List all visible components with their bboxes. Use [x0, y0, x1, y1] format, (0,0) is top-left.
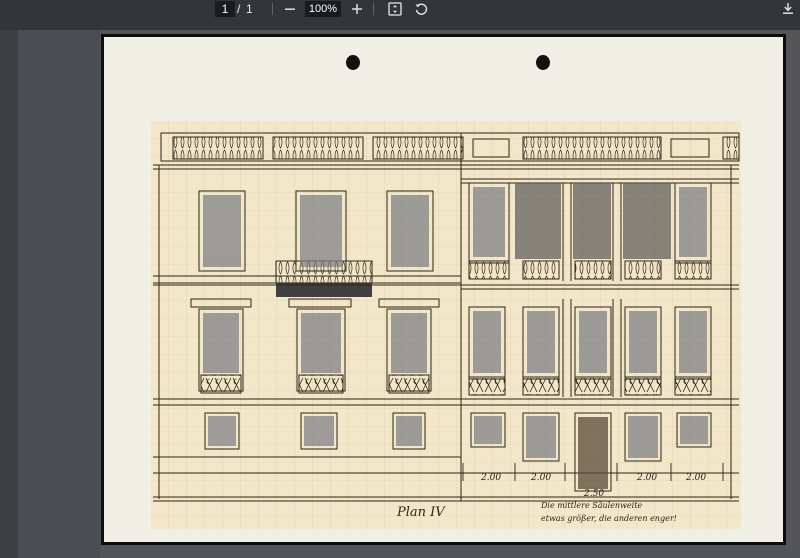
toolbar-divider [373, 3, 374, 15]
handwritten-note-line1: Die mittlere Säulenweite [541, 501, 643, 510]
zoom-in-button[interactable] [347, 0, 367, 17]
scanned-paper: 2.00 2.00 2.50 2.00 2.00 Plan IV Die mit… [104, 37, 783, 542]
download-button[interactable] [778, 0, 798, 17]
dimension-label: 2.00 [637, 473, 658, 483]
handwritten-note-line2: etwas größer, die anderen enger! [541, 514, 677, 523]
entrance-door [578, 417, 608, 489]
dimension-label: 2.00 [481, 473, 502, 483]
rotate-button[interactable] [411, 0, 431, 17]
sidebar-panel [0, 30, 18, 558]
viewer-background [18, 30, 100, 558]
toolbar-divider [272, 3, 273, 15]
fit-page-button[interactable] [385, 0, 405, 17]
punch-hole [346, 55, 360, 70]
pdf-toolbar: 1 / 1 100% [0, 0, 800, 30]
zoom-level-input[interactable]: 100% [305, 1, 341, 17]
page-separator: / [237, 1, 241, 16]
punch-hole [536, 55, 550, 70]
facade-elevation-drawing [151, 121, 741, 529]
dimension-label: 2.00 [686, 473, 707, 483]
rotate-icon [415, 2, 428, 15]
fit-page-icon [388, 1, 402, 16]
download-icon [783, 3, 793, 14]
drawing-sheet: 2.00 2.00 2.50 2.00 2.00 Plan IV Die mit… [151, 121, 741, 529]
zoom-out-button[interactable] [280, 0, 300, 17]
dimension-label: 2.00 [531, 473, 552, 483]
zoom-in-icon [352, 3, 362, 14]
dimension-label: 2.50 [584, 489, 605, 499]
zoom-out-icon [285, 8, 295, 10]
plan-label: Plan IV [397, 505, 445, 520]
total-pages: 1 [246, 1, 253, 16]
pdf-page: 2.00 2.00 2.50 2.00 2.00 Plan IV Die mit… [101, 34, 786, 545]
page-number-input[interactable]: 1 [215, 1, 235, 17]
